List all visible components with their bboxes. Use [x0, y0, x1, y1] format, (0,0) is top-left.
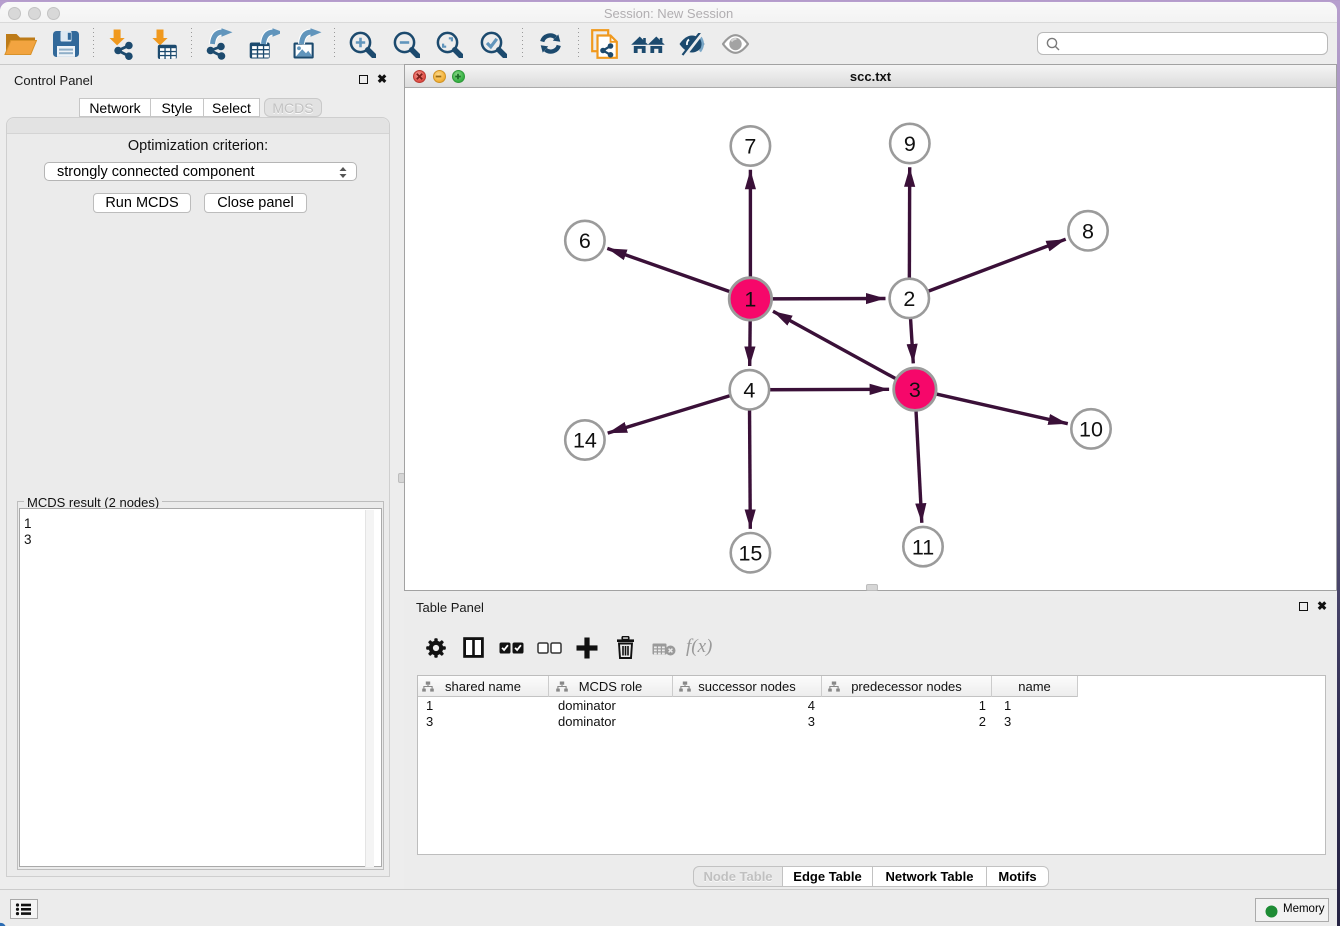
svg-text:15: 15	[738, 541, 762, 565]
svg-text:1: 1	[744, 288, 756, 312]
svg-text:3: 3	[909, 378, 921, 402]
svg-text:14: 14	[573, 429, 597, 453]
svg-text:10: 10	[1079, 418, 1103, 442]
svg-text:4: 4	[743, 379, 755, 403]
svg-text:8: 8	[1082, 220, 1094, 244]
svg-text:9: 9	[904, 132, 916, 156]
svg-text:2: 2	[903, 287, 915, 311]
svg-text:11: 11	[912, 535, 934, 559]
svg-text:6: 6	[579, 229, 591, 253]
svg-text:7: 7	[744, 135, 756, 159]
